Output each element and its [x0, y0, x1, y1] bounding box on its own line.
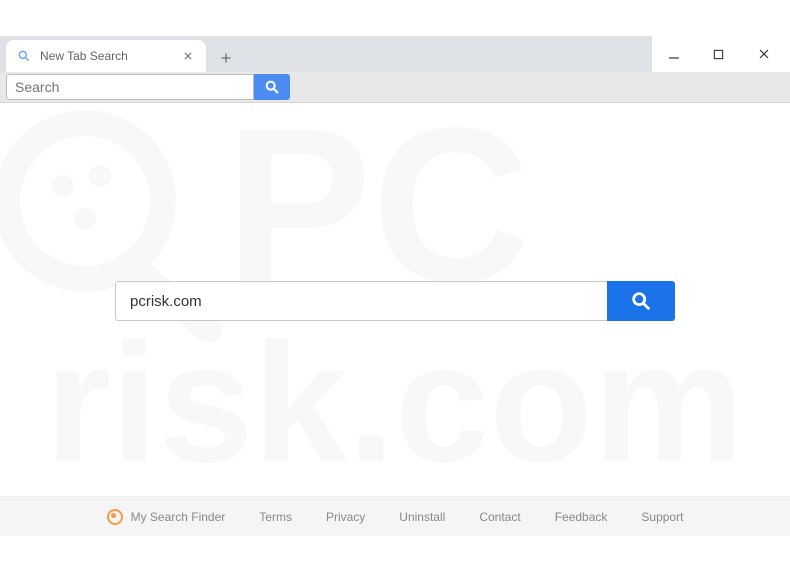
svg-text:risk.com: risk.com [45, 308, 744, 471]
new-tab-button[interactable] [212, 44, 240, 72]
main-search [115, 281, 675, 321]
footer-link-support[interactable]: Support [641, 510, 683, 524]
footer-link-terms[interactable]: Terms [259, 510, 292, 524]
close-icon[interactable] [180, 48, 196, 64]
browser-tab[interactable]: New Tab Search [6, 40, 206, 72]
page-top-searchbar [0, 72, 790, 103]
window-controls [652, 36, 790, 72]
tab-strip: New Tab Search [0, 36, 652, 72]
maximize-button[interactable] [697, 38, 742, 70]
main-search-input[interactable] [115, 281, 607, 321]
brand: My Search Finder [107, 509, 226, 525]
minimize-button[interactable] [652, 38, 697, 70]
footer-link-uninstall[interactable]: Uninstall [399, 510, 445, 524]
top-search-button[interactable] [254, 74, 290, 100]
footer-link-privacy[interactable]: Privacy [326, 510, 365, 524]
brand-icon [107, 509, 123, 525]
main-search-button[interactable] [607, 281, 675, 321]
top-search-input[interactable] [6, 74, 254, 100]
page-footer: My Search Finder Terms Privacy Uninstall… [0, 496, 790, 536]
page-content: PC risk.com [0, 103, 790, 496]
footer-link-feedback[interactable]: Feedback [555, 510, 608, 524]
search-icon [16, 48, 32, 64]
footer-link-contact[interactable]: Contact [479, 510, 520, 524]
tab-title: New Tab Search [40, 49, 172, 63]
brand-name: My Search Finder [131, 510, 226, 524]
close-window-button[interactable] [741, 38, 786, 70]
